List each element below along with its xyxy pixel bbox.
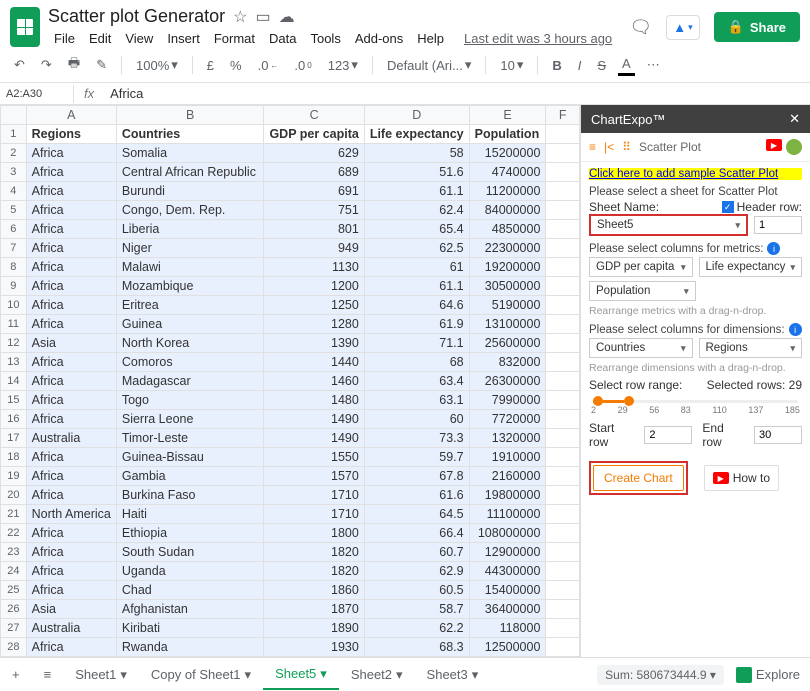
- header-row-input[interactable]: [754, 216, 802, 234]
- menu-file[interactable]: File: [48, 29, 81, 48]
- percent-btn[interactable]: %: [226, 56, 246, 75]
- all-sheets-button[interactable]: ≡: [32, 661, 64, 688]
- fx-icon: fx: [74, 86, 104, 101]
- tab-sheet2[interactable]: Sheet2 ▾: [339, 661, 415, 689]
- cell-ref[interactable]: A2:A30: [0, 85, 74, 103]
- start-row-input[interactable]: [644, 426, 692, 444]
- metric3-select[interactable]: Population: [589, 281, 696, 301]
- menu-data[interactable]: Data: [263, 29, 302, 48]
- sheet-select[interactable]: Sheet5: [589, 214, 748, 236]
- italic-btn[interactable]: I: [574, 56, 586, 75]
- menu-edit[interactable]: Edit: [83, 29, 117, 48]
- tab-copy-sheet1[interactable]: Copy of Sheet1 ▾: [139, 661, 263, 689]
- currency-btn[interactable]: £: [203, 56, 218, 75]
- menu-addons[interactable]: Add-ons: [349, 29, 409, 48]
- textcolor-btn[interactable]: A: [618, 54, 635, 76]
- strike-btn[interactable]: S: [593, 56, 610, 75]
- star-icon[interactable]: ☆: [233, 7, 247, 27]
- info-icon[interactable]: i: [789, 323, 802, 336]
- header-checkbox[interactable]: ✓: [722, 201, 734, 213]
- range-label: Select row range:: [589, 378, 682, 392]
- menu-format[interactable]: Format: [208, 29, 261, 48]
- menu-help[interactable]: Help: [411, 29, 450, 48]
- panel-back-icon[interactable]: |<: [604, 140, 614, 154]
- youtube-icon[interactable]: ▶: [766, 139, 782, 151]
- doc-title[interactable]: Scatter plot Generator: [48, 6, 225, 27]
- menu-view[interactable]: View: [119, 29, 159, 48]
- move-icon[interactable]: ▭: [255, 7, 270, 27]
- range-slider[interactable]: [593, 400, 798, 403]
- share-button[interactable]: 🔒Share: [714, 12, 800, 42]
- selected-rows: Selected rows: 29: [707, 378, 802, 392]
- panel-title: ChartExpo™: [591, 112, 665, 127]
- notify-icon[interactable]: [786, 139, 802, 155]
- end-row-lbl: End row: [702, 421, 744, 449]
- close-icon[interactable]: ✕: [789, 111, 800, 127]
- sheets-logo-icon[interactable]: [10, 7, 40, 47]
- spreadsheet-grid[interactable]: ABCDEF1RegionsCountriesGDP per capitaLif…: [0, 105, 580, 657]
- tab-sheet5[interactable]: Sheet5 ▾: [263, 660, 339, 690]
- print-icon[interactable]: 🖶: [64, 52, 84, 78]
- last-edit-hint[interactable]: Last edit was 3 hours ago: [458, 29, 618, 48]
- dec-dec-btn[interactable]: .0←: [254, 56, 283, 75]
- panel-menu-icon[interactable]: ≡: [589, 140, 596, 154]
- panel-subtitle: Scatter Plot: [639, 140, 701, 154]
- start-row-lbl: Start row: [589, 421, 634, 449]
- menu-tools[interactable]: Tools: [304, 29, 346, 48]
- add-sheet-button[interactable]: +: [0, 661, 32, 688]
- tab-sheet3[interactable]: Sheet3 ▾: [415, 661, 491, 689]
- present-button[interactable]: ▲▾: [666, 15, 699, 40]
- font-select[interactable]: Default (Ari... ▾: [383, 55, 475, 75]
- formula-bar[interactable]: Africa: [104, 83, 149, 104]
- sheet-tabs: + ≡ Sheet1 ▾ Copy of Sheet1 ▾ Sheet5 ▾ S…: [0, 657, 810, 691]
- range-ticks: 2295683110137185: [589, 405, 802, 415]
- toolbar: ↶ ↷ 🖶 ✎ 100% ▾ £ % .0← .00 123 ▾ Default…: [0, 48, 810, 83]
- menu-insert[interactable]: Insert: [161, 29, 206, 48]
- undo-icon[interactable]: ↶: [10, 55, 29, 75]
- dim2-select[interactable]: Regions: [699, 338, 803, 358]
- end-row-input[interactable]: [754, 426, 802, 444]
- metrics-label: Please select columns for metrics:: [589, 243, 763, 255]
- sheet-name-lbl: Sheet Name:: [589, 200, 659, 214]
- sheet-label: Please select a sheet for Scatter Plot: [589, 186, 802, 198]
- dec-inc-btn[interactable]: .00: [290, 56, 315, 75]
- tab-sheet1[interactable]: Sheet1 ▾: [63, 661, 139, 689]
- zoom-select[interactable]: 100% ▾: [132, 55, 182, 75]
- dims-label: Please select columns for dimensions:: [589, 324, 785, 336]
- numfmt-btn[interactable]: 123 ▾: [324, 55, 362, 75]
- redo-icon[interactable]: ↷: [37, 55, 56, 75]
- header-row-lbl: Header row:: [737, 200, 802, 214]
- bold-btn[interactable]: B: [548, 56, 565, 75]
- metrics-hint: Rearrange metrics with a drag-n-drop.: [589, 305, 802, 317]
- metric1-select[interactable]: GDP per capita: [589, 257, 693, 277]
- cloud-icon[interactable]: ☁: [279, 7, 295, 27]
- comment-icon[interactable]: 🗨: [629, 17, 652, 38]
- howto-button[interactable]: ▶How to: [704, 465, 779, 491]
- fontsize-select[interactable]: 10 ▾: [496, 55, 527, 75]
- explore-button[interactable]: Explore: [736, 667, 800, 683]
- create-chart-button[interactable]: Create Chart: [593, 465, 684, 491]
- chartexpo-panel: ChartExpo™ ✕ ≡ |< ⠿ Scatter Plot ▶ Click…: [580, 105, 810, 657]
- sample-link[interactable]: Click here to add sample Scatter Plot: [589, 168, 802, 180]
- dim1-select[interactable]: Countries: [589, 338, 693, 358]
- dims-hint: Rearrange dimensions with a drag-n-drop.: [589, 362, 802, 374]
- more-icon[interactable]: ⋯: [643, 55, 664, 75]
- paint-icon[interactable]: ✎: [92, 55, 111, 75]
- sum-display[interactable]: Sum: 580673444.9 ▾: [597, 665, 724, 685]
- menu-bar: File Edit View Insert Format Data Tools …: [48, 27, 629, 48]
- scatter-icon: ⠿: [622, 140, 631, 154]
- info-icon[interactable]: i: [767, 242, 780, 255]
- metric2-select[interactable]: Life expectancy: [699, 257, 803, 277]
